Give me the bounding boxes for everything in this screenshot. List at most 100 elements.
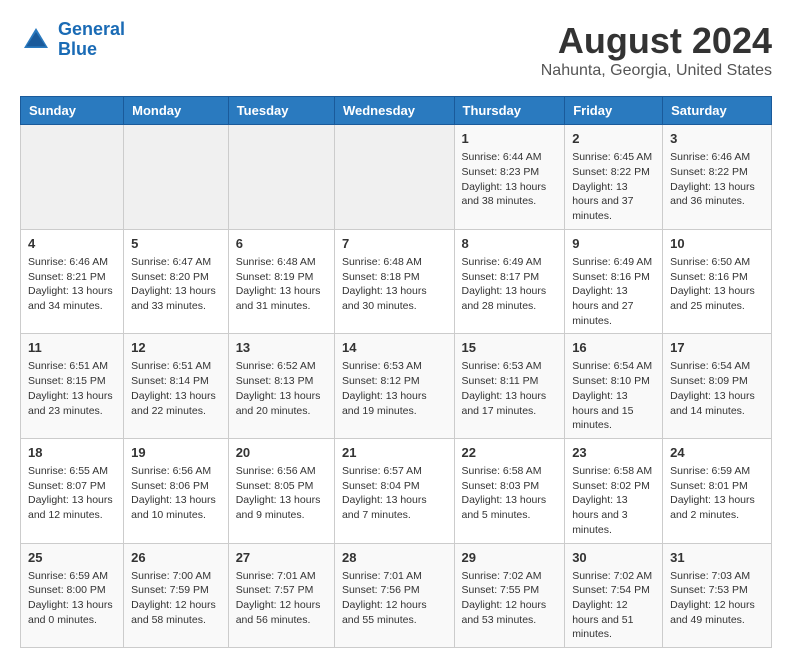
- logo: General Blue: [20, 20, 125, 60]
- day-cell: 3 Sunrise: 6:46 AMSunset: 8:22 PMDaylight…: [663, 125, 772, 230]
- day-cell: 8 Sunrise: 6:49 AMSunset: 8:17 PMDaylight…: [454, 229, 565, 334]
- day-number: 19: [131, 444, 221, 462]
- logo-icon: [20, 24, 52, 56]
- day-info: Sunrise: 6:54 AMSunset: 8:09 PMDaylight:…: [670, 359, 764, 418]
- day-info: Sunrise: 6:49 AMSunset: 8:17 PMDaylight:…: [462, 255, 558, 314]
- day-header-friday: Friday: [565, 97, 663, 125]
- day-number: 26: [131, 549, 221, 567]
- day-number: 10: [670, 235, 764, 253]
- day-info: Sunrise: 6:45 AMSunset: 8:22 PMDaylight:…: [572, 150, 655, 223]
- day-number: 27: [236, 549, 327, 567]
- day-cell: 4 Sunrise: 6:46 AMSunset: 8:21 PMDaylight…: [21, 229, 124, 334]
- day-number: 6: [236, 235, 327, 253]
- day-cell: 26Sunrise: 7:00 AMSunset: 7:59 PMDayligh…: [124, 543, 229, 648]
- day-info: Sunrise: 6:48 AMSunset: 8:19 PMDaylight:…: [236, 255, 327, 314]
- day-info: Sunrise: 6:54 AMSunset: 8:10 PMDaylight:…: [572, 359, 655, 432]
- day-number: 11: [28, 339, 116, 357]
- day-number: 2: [572, 130, 655, 148]
- main-title: August 2024: [541, 20, 772, 62]
- day-cell: 10 Sunrise: 6:50 AMSunset: 8:16 PMDayligh…: [663, 229, 772, 334]
- day-info: Sunrise: 6:47 AMSunset: 8:20 PMDaylight:…: [131, 255, 221, 314]
- day-cell: 14 Sunrise: 6:53 AMSunset: 8:12 PMDayligh…: [334, 334, 454, 439]
- day-cell: [21, 125, 124, 230]
- day-info: Sunrise: 6:59 AMSunset: 8:01 PMDaylight:…: [670, 464, 764, 523]
- day-cell: 2 Sunrise: 6:45 AMSunset: 8:22 PMDaylight…: [565, 125, 663, 230]
- day-info: Sunrise: 6:53 AMSunset: 8:11 PMDaylight:…: [462, 359, 558, 418]
- day-info: Sunrise: 6:51 AMSunset: 8:15 PMDaylight:…: [28, 359, 116, 418]
- day-cell: 18 Sunrise: 6:55 AMSunset: 8:07 PMDayligh…: [21, 438, 124, 543]
- day-header-wednesday: Wednesday: [334, 97, 454, 125]
- day-info: Sunrise: 7:03 AMSunset: 7:53 PMDaylight:…: [670, 569, 764, 628]
- day-cell: 24 Sunrise: 6:59 AMSunset: 8:01 PMDayligh…: [663, 438, 772, 543]
- title-block: August 2024 Nahunta, Georgia, United Sta…: [541, 20, 772, 80]
- day-cell: 30Sunrise: 7:02 AMSunset: 7:54 PMDayligh…: [565, 543, 663, 648]
- day-number: 16: [572, 339, 655, 357]
- day-cell: 9Sunrise: 6:49 AMSunset: 8:16 PMDaylight…: [565, 229, 663, 334]
- day-cell: 20Sunrise: 6:56 AMSunset: 8:05 PMDayligh…: [228, 438, 334, 543]
- day-cell: 31 Sunrise: 7:03 AMSunset: 7:53 PMDayligh…: [663, 543, 772, 648]
- day-cell: [124, 125, 229, 230]
- day-cell: 19 Sunrise: 6:56 AMSunset: 8:06 PMDayligh…: [124, 438, 229, 543]
- day-info: Sunrise: 6:53 AMSunset: 8:12 PMDaylight:…: [342, 359, 447, 418]
- day-cell: 17 Sunrise: 6:54 AMSunset: 8:09 PMDayligh…: [663, 334, 772, 439]
- day-info: Sunrise: 6:46 AMSunset: 8:22 PMDaylight:…: [670, 150, 764, 209]
- day-info: Sunrise: 6:58 AMSunset: 8:02 PMDaylight:…: [572, 464, 655, 537]
- week-row-3: 11 Sunrise: 6:51 AMSunset: 8:15 PMDayligh…: [21, 334, 772, 439]
- day-cell: 12Sunrise: 6:51 AMSunset: 8:14 PMDayligh…: [124, 334, 229, 439]
- week-row-5: 25 Sunrise: 6:59 AMSunset: 8:00 PMDayligh…: [21, 543, 772, 648]
- subtitle: Nahunta, Georgia, United States: [541, 62, 772, 80]
- day-header-monday: Monday: [124, 97, 229, 125]
- day-info: Sunrise: 6:56 AMSunset: 8:06 PMDaylight:…: [131, 464, 221, 523]
- day-cell: 15Sunrise: 6:53 AMSunset: 8:11 PMDayligh…: [454, 334, 565, 439]
- day-cell: 11 Sunrise: 6:51 AMSunset: 8:15 PMDayligh…: [21, 334, 124, 439]
- week-row-1: 1Sunrise: 6:44 AMSunset: 8:23 PMDaylight…: [21, 125, 772, 230]
- calendar-header: SundayMondayTuesdayWednesdayThursdayFrid…: [21, 97, 772, 125]
- day-number: 17: [670, 339, 764, 357]
- day-cell: [228, 125, 334, 230]
- day-cell: 21 Sunrise: 6:57 AMSunset: 8:04 PMDayligh…: [334, 438, 454, 543]
- day-info: Sunrise: 6:52 AMSunset: 8:13 PMDaylight:…: [236, 359, 327, 418]
- calendar-table: SundayMondayTuesdayWednesdayThursdayFrid…: [20, 96, 772, 648]
- day-number: 14: [342, 339, 447, 357]
- day-number: 22: [462, 444, 558, 462]
- page-header: General Blue August 2024 Nahunta, Georgi…: [20, 20, 772, 80]
- day-number: 21: [342, 444, 447, 462]
- day-info: Sunrise: 6:46 AMSunset: 8:21 PMDaylight:…: [28, 255, 116, 314]
- day-number: 31: [670, 549, 764, 567]
- week-row-4: 18 Sunrise: 6:55 AMSunset: 8:07 PMDayligh…: [21, 438, 772, 543]
- day-number: 18: [28, 444, 116, 462]
- day-number: 4: [28, 235, 116, 253]
- day-number: 23: [572, 444, 655, 462]
- day-number: 8: [462, 235, 558, 253]
- day-cell: 13Sunrise: 6:52 AMSunset: 8:13 PMDayligh…: [228, 334, 334, 439]
- day-info: Sunrise: 7:02 AMSunset: 7:55 PMDaylight:…: [462, 569, 558, 628]
- day-info: Sunrise: 6:59 AMSunset: 8:00 PMDaylight:…: [28, 569, 116, 628]
- day-info: Sunrise: 6:56 AMSunset: 8:05 PMDaylight:…: [236, 464, 327, 523]
- day-number: 24: [670, 444, 764, 462]
- day-cell: 5Sunrise: 6:47 AMSunset: 8:20 PMDaylight…: [124, 229, 229, 334]
- day-number: 30: [572, 549, 655, 567]
- day-header-saturday: Saturday: [663, 97, 772, 125]
- day-number: 7: [342, 235, 447, 253]
- day-cell: 6 Sunrise: 6:48 AMSunset: 8:19 PMDaylight…: [228, 229, 334, 334]
- day-number: 3: [670, 130, 764, 148]
- day-number: 29: [462, 549, 558, 567]
- day-cell: 22 Sunrise: 6:58 AMSunset: 8:03 PMDayligh…: [454, 438, 565, 543]
- day-info: Sunrise: 6:48 AMSunset: 8:18 PMDaylight:…: [342, 255, 447, 314]
- day-header-thursday: Thursday: [454, 97, 565, 125]
- day-cell: 25 Sunrise: 6:59 AMSunset: 8:00 PMDayligh…: [21, 543, 124, 648]
- day-cell: 7 Sunrise: 6:48 AMSunset: 8:18 PMDaylight…: [334, 229, 454, 334]
- day-info: Sunrise: 7:01 AMSunset: 7:57 PMDaylight:…: [236, 569, 327, 628]
- day-info: Sunrise: 6:50 AMSunset: 8:16 PMDaylight:…: [670, 255, 764, 314]
- day-info: Sunrise: 6:57 AMSunset: 8:04 PMDaylight:…: [342, 464, 447, 523]
- day-number: 25: [28, 549, 116, 567]
- day-cell: 28 Sunrise: 7:01 AMSunset: 7:56 PMDayligh…: [334, 543, 454, 648]
- day-info: Sunrise: 6:58 AMSunset: 8:03 PMDaylight:…: [462, 464, 558, 523]
- calendar-body: 1Sunrise: 6:44 AMSunset: 8:23 PMDaylight…: [21, 125, 772, 648]
- day-number: 12: [131, 339, 221, 357]
- week-row-2: 4 Sunrise: 6:46 AMSunset: 8:21 PMDaylight…: [21, 229, 772, 334]
- day-number: 9: [572, 235, 655, 253]
- day-info: Sunrise: 7:01 AMSunset: 7:56 PMDaylight:…: [342, 569, 447, 628]
- day-number: 28: [342, 549, 447, 567]
- day-info: Sunrise: 6:55 AMSunset: 8:07 PMDaylight:…: [28, 464, 116, 523]
